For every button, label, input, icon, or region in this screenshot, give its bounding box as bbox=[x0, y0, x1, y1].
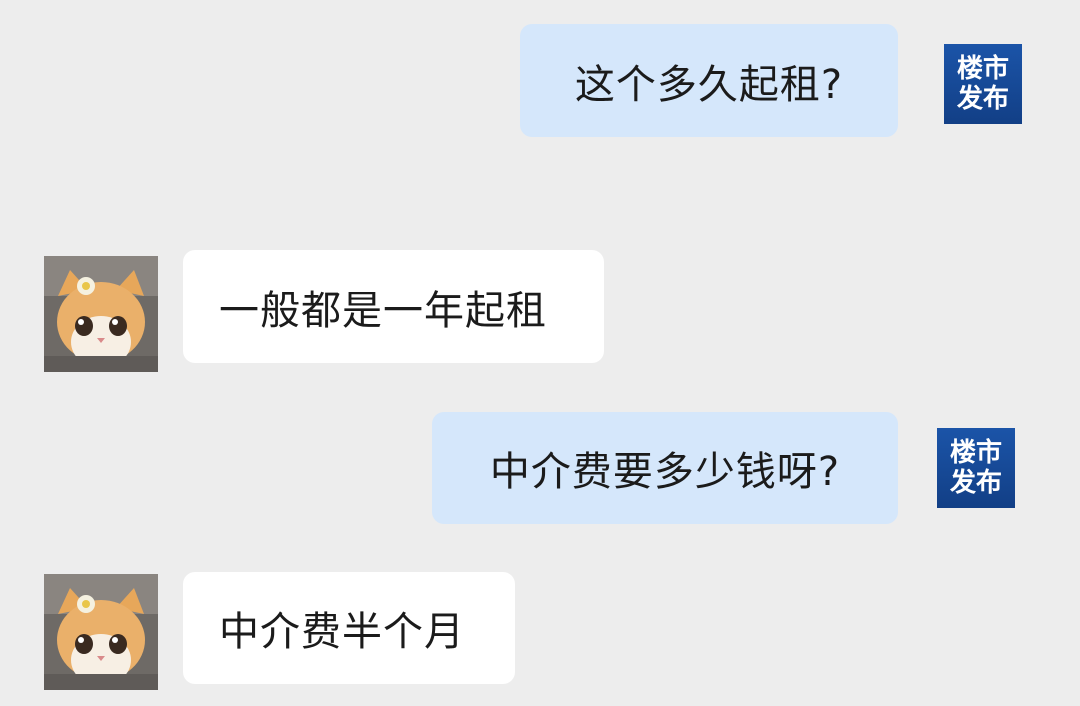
chat-conversation: 这个多久起租? 楼市发布 一般都是一年起租 中介费要多少钱呀? 楼市发布 中介费… bbox=[0, 0, 1080, 706]
cat-avatar-icon[interactable] bbox=[44, 256, 158, 372]
message-bubble[interactable]: 中介费半个月 bbox=[183, 572, 515, 684]
message-text: 一般都是一年起租 bbox=[219, 287, 547, 334]
logo-text: 楼市发布 bbox=[949, 438, 1002, 498]
message-text: 中介费半个月 bbox=[219, 609, 465, 655]
logo-text: 楼市发布 bbox=[956, 54, 1009, 114]
message-bubble[interactable]: 一般都是一年起租 bbox=[183, 250, 604, 363]
sender-avatar-logo[interactable]: 楼市发布 bbox=[944, 44, 1022, 124]
message-bubble[interactable]: 中介费要多少钱呀? bbox=[432, 412, 898, 524]
message-text: 中介费要多少钱呀? bbox=[489, 449, 841, 495]
message-bubble[interactable]: 这个多久起租? bbox=[520, 24, 898, 137]
message-text: 这个多久起租? bbox=[574, 61, 844, 108]
cat-avatar-icon[interactable] bbox=[44, 574, 158, 690]
sender-avatar-logo[interactable]: 楼市发布 bbox=[937, 428, 1015, 508]
